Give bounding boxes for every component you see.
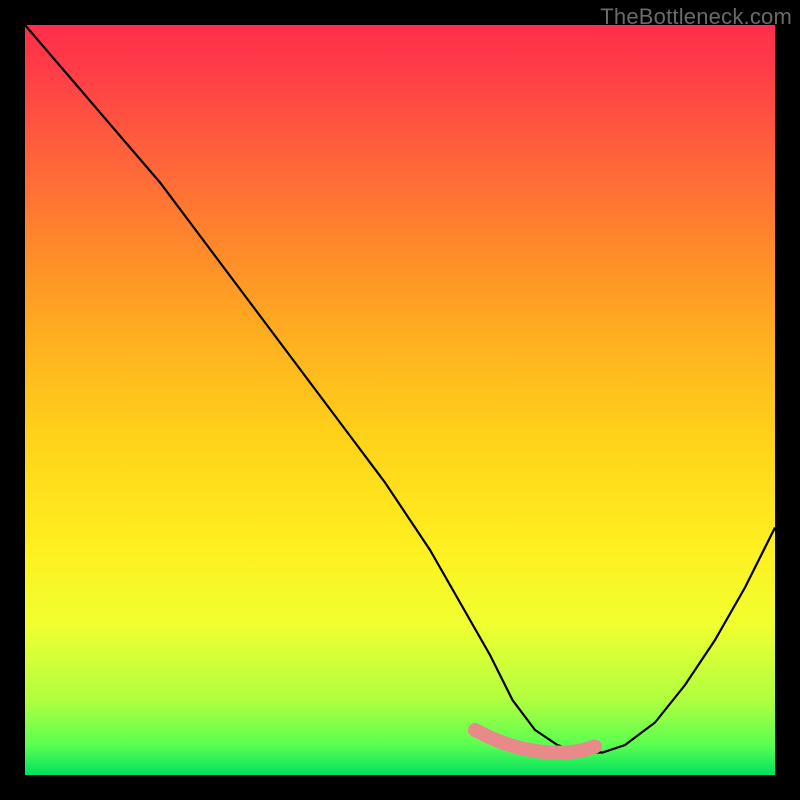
bottleneck-curve bbox=[25, 25, 775, 753]
watermark-text: TheBottleneck.com bbox=[600, 4, 792, 30]
highlight-segment bbox=[475, 730, 595, 753]
chart-plot-area bbox=[25, 25, 775, 775]
chart-svg bbox=[25, 25, 775, 775]
